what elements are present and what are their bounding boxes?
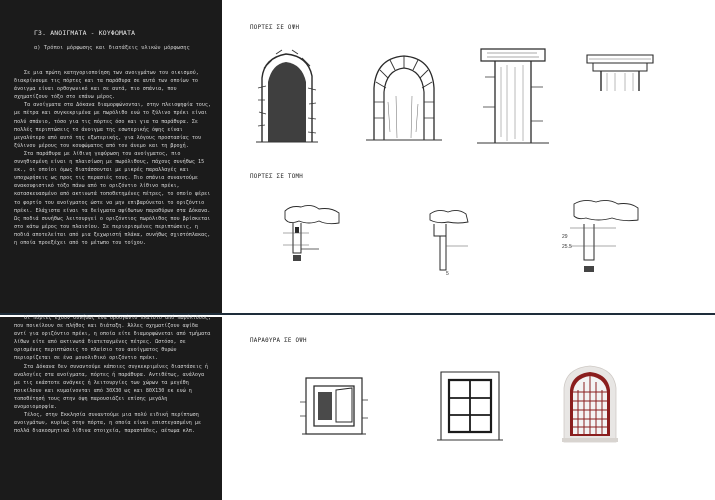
heading-windows-elevation: ΠΑΡΑΘΥΡΑ ΣΕ ΟΨΗ [250,338,307,344]
door-sketch-4 [585,53,655,93]
dimension-label: 25.5 [562,244,572,250]
door-sketch-1 [256,48,318,144]
top-text: Σε μια πρώτη κατηγοριοποίηση των ανοιγμά… [14,69,212,247]
text-panel-top: Γ3. ΑΝΟΙΓΜΑΤΑ - ΚΟΥΦΩΜΑΤΑ α) Τρόποι μόρφ… [0,0,222,313]
heading-doors-elevation: ΠΟΡΤΕΣ ΣΕ ΟΨΗ [250,25,300,31]
window-sketch-2 [437,370,503,442]
paragraph: Στα παράθυρα με λίθινη γεφύρωση του ανοί… [14,150,211,246]
text-panel-bottom: Οι πόρτες έχουν συνήθως ένα ορθογώνιο πλ… [0,314,222,500]
paragraph: Στα Δόκανα δεν συναντούμε κάποιες συγκεκ… [14,363,209,411]
door-sketch-3 [477,47,549,145]
bottom-text: Οι πόρτες έχουν συνήθως ένα ορθογώνιο πλ… [14,314,212,435]
door-section-sketch-2: 5 [424,206,478,276]
section-title: Γ3. ΑΝΟΙΓΜΑΤΑ - ΚΟΥΦΩΜΑΤΑ [34,29,136,37]
paragraph: Τα ανοίγματα στα Δόκανα διαμορφώνονται, … [14,102,212,149]
window-sketch-1 [296,376,372,436]
window-photo [558,364,622,444]
door-section-sketch-1 [279,203,343,263]
paragraph: Σε μια πρώτη κατηγοριοποίηση των ανοιγμά… [14,70,199,101]
section-subtitle: α) Τρόποι μόρφωσης και διατάξεις υλικών … [34,45,190,51]
door-section-sketch-3: 29 25.5 [560,198,642,274]
dimension-label: 29 [562,234,568,240]
paragraph: Τέλος, στην Εκκλησία συναντούμε μια πολύ… [14,412,202,435]
paragraph: Οι πόρτες έχουν συνήθως ένα ορθογώνιο πλ… [14,315,212,362]
door-sketch-2 [366,52,442,142]
heading-doors-section: ΠΟΡΤΕΣ ΣΕ ΤΟΜΗ [250,174,304,180]
dimension-label: 5 [446,271,449,276]
